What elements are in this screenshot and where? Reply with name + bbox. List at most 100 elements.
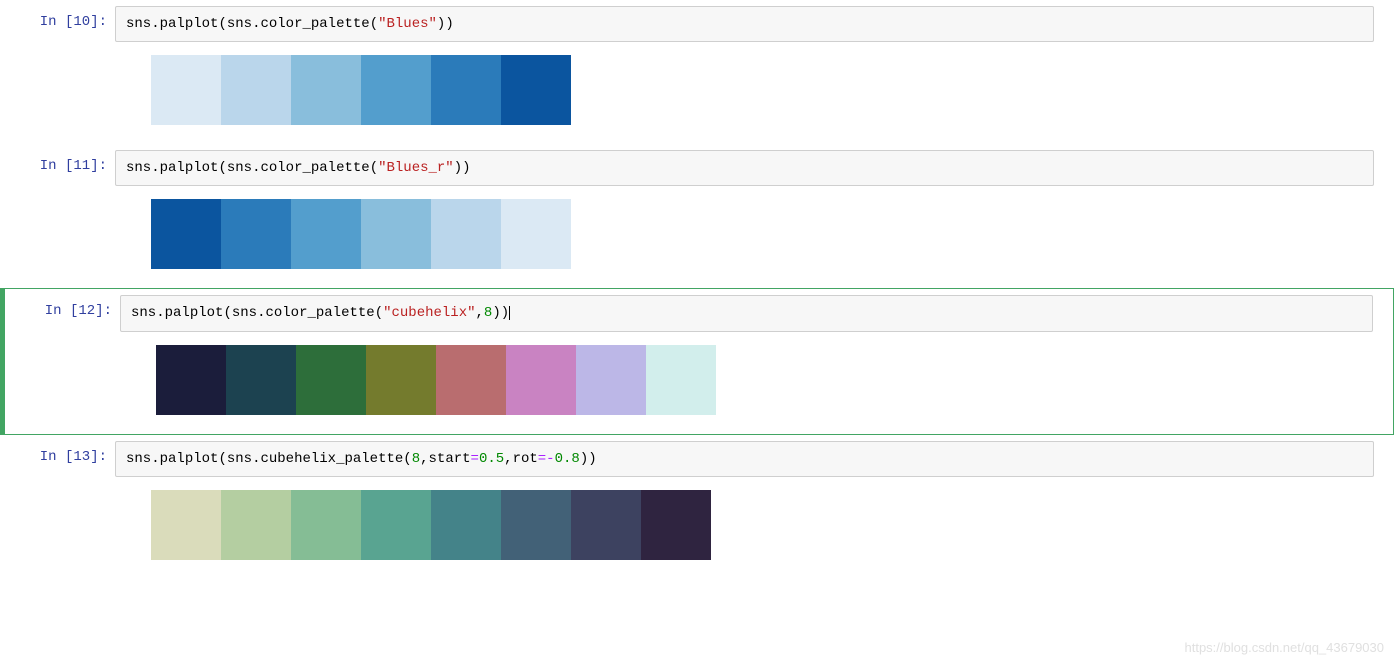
- notebook-cell[interactable]: In [12]:sns.palplot(sns.color_palette("c…: [0, 288, 1394, 434]
- notebook-container: In [10]:sns.palplot(sns.color_palette("B…: [0, 0, 1394, 579]
- code-token: sns: [126, 16, 151, 32]
- cell-content: sns.palplot(sns.color_palette("Blues")): [115, 6, 1394, 138]
- text-cursor: [509, 306, 510, 320]
- code-token: .: [151, 16, 159, 32]
- cell-output: [115, 42, 1374, 138]
- watermark-text: https://blog.csdn.net/qq_43679030: [1185, 640, 1385, 655]
- cell-content: sns.palplot(sns.cubehelix_palette(8,star…: [115, 441, 1394, 573]
- code-token: 0.8: [555, 451, 580, 467]
- color-swatch: [221, 55, 291, 125]
- code-token: sns: [126, 451, 151, 467]
- color-swatch: [221, 490, 291, 560]
- code-input[interactable]: sns.palplot(sns.cubehelix_palette(8,star…: [115, 441, 1374, 477]
- code-token: (: [370, 16, 378, 32]
- cell-output: [115, 186, 1374, 282]
- code-token: ): [492, 305, 500, 321]
- code-token: "Blues": [378, 16, 437, 32]
- input-prompt: In [10]:: [0, 6, 115, 138]
- code-token: color_palette: [260, 16, 369, 32]
- color-swatch: [226, 345, 296, 415]
- code-token: sns: [232, 305, 257, 321]
- color-swatch: [366, 345, 436, 415]
- code-token: sns: [227, 451, 252, 467]
- color-swatch: [151, 55, 221, 125]
- code-token: ): [445, 16, 453, 32]
- code-token: color_palette: [265, 305, 374, 321]
- notebook-cell[interactable]: In [10]:sns.palplot(sns.color_palette("B…: [0, 0, 1394, 144]
- code-token: ): [588, 451, 596, 467]
- color-swatch: [501, 199, 571, 269]
- color-swatch: [436, 345, 506, 415]
- palette-plot: [150, 198, 1374, 270]
- code-token: palplot: [165, 305, 224, 321]
- code-token: palplot: [160, 451, 219, 467]
- code-token: sns: [227, 160, 252, 176]
- code-token: .: [151, 451, 159, 467]
- color-swatch: [641, 490, 711, 560]
- color-swatch: [221, 199, 291, 269]
- notebook-cell[interactable]: In [13]:sns.palplot(sns.cubehelix_palett…: [0, 435, 1394, 579]
- code-token: 0.5: [479, 451, 504, 467]
- code-token: (: [218, 451, 226, 467]
- code-token: .: [151, 160, 159, 176]
- color-swatch: [296, 345, 366, 415]
- code-token: rot: [513, 451, 538, 467]
- code-token: sns: [131, 305, 156, 321]
- code-token: ,: [504, 451, 512, 467]
- cell-output: [115, 477, 1374, 573]
- code-token: =-: [538, 451, 555, 467]
- cell-output: [120, 332, 1373, 428]
- color-swatch: [501, 490, 571, 560]
- code-token: (: [375, 305, 383, 321]
- code-token: palplot: [160, 160, 219, 176]
- color-swatch: [291, 55, 361, 125]
- code-token: 8: [412, 451, 420, 467]
- color-swatch: [156, 345, 226, 415]
- code-token: ,: [420, 451, 428, 467]
- color-swatch: [431, 55, 501, 125]
- color-swatch: [361, 55, 431, 125]
- color-swatch: [646, 345, 716, 415]
- code-token: sns: [227, 16, 252, 32]
- code-input[interactable]: sns.palplot(sns.color_palette("Blues")): [115, 6, 1374, 42]
- code-token: ): [462, 160, 470, 176]
- code-token: (: [370, 160, 378, 176]
- code-token: (: [403, 451, 411, 467]
- code-token: sns: [126, 160, 151, 176]
- palette-plot: [150, 489, 1374, 561]
- color-swatch: [431, 490, 501, 560]
- color-swatch: [571, 490, 641, 560]
- code-input[interactable]: sns.palplot(sns.color_palette("Blues_r")…: [115, 150, 1374, 186]
- code-token: palplot: [160, 16, 219, 32]
- code-token: ): [580, 451, 588, 467]
- input-prompt: In [12]:: [5, 295, 120, 427]
- code-token: .: [156, 305, 164, 321]
- color-swatch: [431, 199, 501, 269]
- input-prompt: In [11]:: [0, 150, 115, 282]
- code-token: (: [223, 305, 231, 321]
- color-swatch: [361, 490, 431, 560]
- palette-plot: [150, 54, 1374, 126]
- code-token: "Blues_r": [378, 160, 454, 176]
- color-swatch: [576, 345, 646, 415]
- color-swatch: [501, 55, 571, 125]
- cell-content: sns.palplot(sns.color_palette("cubehelix…: [120, 295, 1393, 427]
- color-swatch: [291, 199, 361, 269]
- code-token: =: [471, 451, 479, 467]
- code-token: ): [454, 160, 462, 176]
- code-token: ,: [476, 305, 484, 321]
- color-swatch: [291, 490, 361, 560]
- code-token: color_palette: [260, 160, 369, 176]
- color-swatch: [151, 490, 221, 560]
- notebook-cell[interactable]: In [11]:sns.palplot(sns.color_palette("B…: [0, 144, 1394, 288]
- code-token: cubehelix_palette: [260, 451, 403, 467]
- palette-plot: [155, 344, 1373, 416]
- cell-content: sns.palplot(sns.color_palette("Blues_r")…: [115, 150, 1394, 282]
- color-swatch: [151, 199, 221, 269]
- code-token: (: [218, 160, 226, 176]
- code-input[interactable]: sns.palplot(sns.color_palette("cubehelix…: [120, 295, 1373, 331]
- code-token: ): [501, 305, 509, 321]
- color-swatch: [506, 345, 576, 415]
- color-swatch: [361, 199, 431, 269]
- code-token: "cubehelix": [383, 305, 475, 321]
